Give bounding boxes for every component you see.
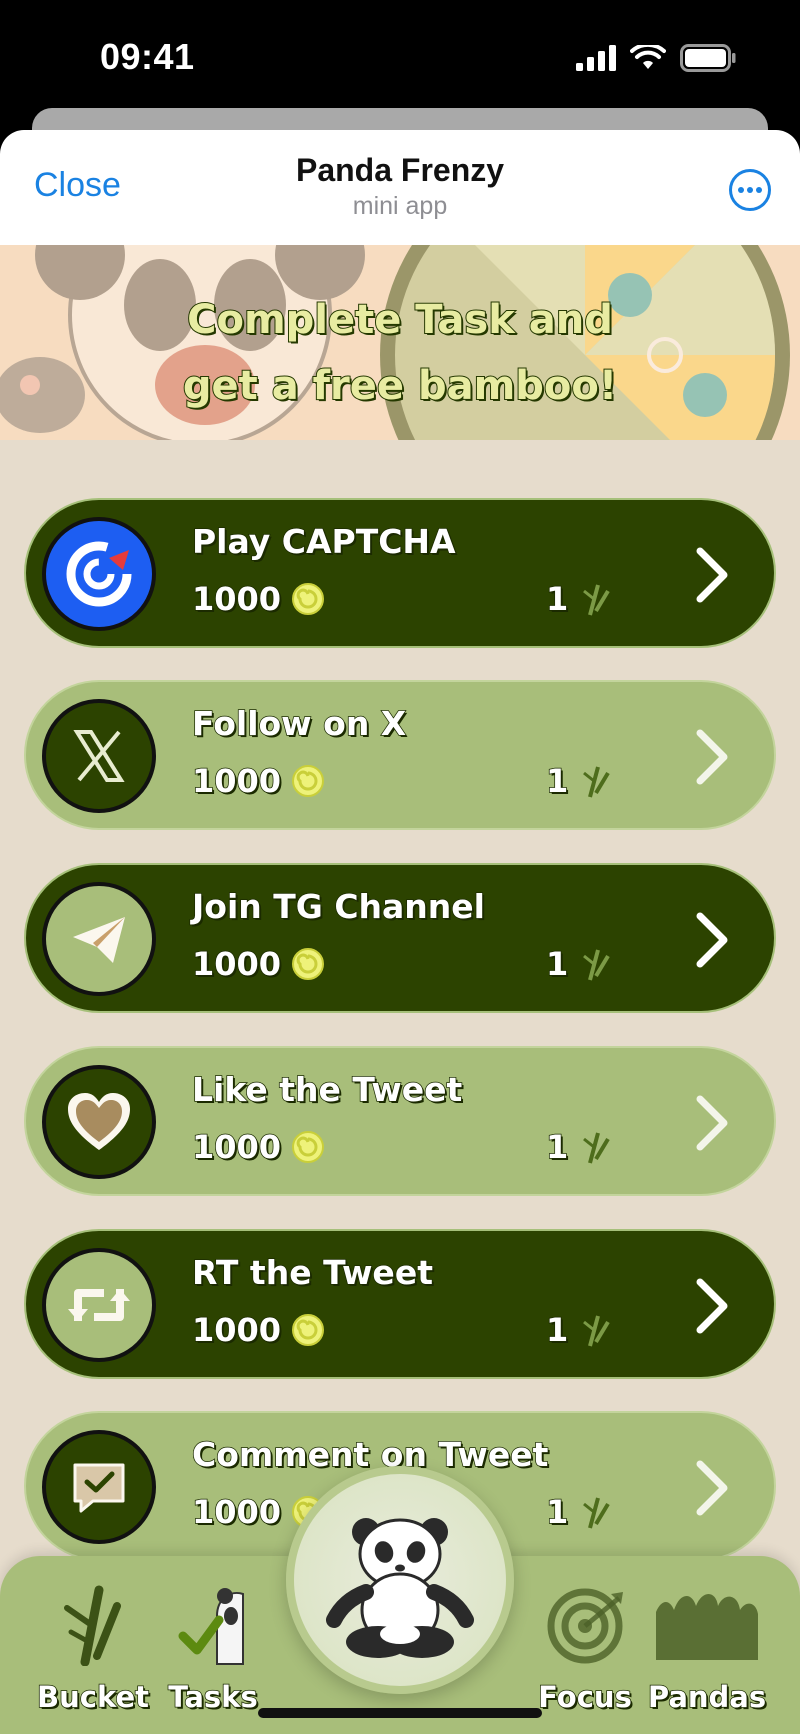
bamboo-amount: 1 <box>545 1310 569 1350</box>
nav-bucket[interactable]: Bucket <box>28 1576 158 1726</box>
chevron-right-icon <box>696 729 728 785</box>
bamboo-icon <box>583 949 610 981</box>
nav-label: Bucket <box>36 1679 149 1715</box>
coin-reward: 1000 <box>191 579 325 619</box>
promo-banner: Complete Task and get a free bamboo! <box>0 245 800 440</box>
coin-icon <box>292 1131 325 1163</box>
coin-icon <box>292 583 325 615</box>
heart-icon <box>42 1065 156 1179</box>
task-card-rt-tweet[interactable]: RT the Tweet 1000 1 <box>24 1229 776 1379</box>
task-card-like-tweet[interactable]: Like the Tweet 1000 1 <box>24 1046 776 1196</box>
bamboo-reward: 1 <box>545 1310 614 1350</box>
more-options-icon[interactable] <box>728 168 772 212</box>
chevron-right-icon <box>696 1095 728 1151</box>
banner-headline: Complete Task and get a free bamboo! <box>0 287 800 419</box>
bamboo-amount: 1 <box>545 1127 569 1167</box>
nav-pandas[interactable]: Pandas <box>642 1576 772 1726</box>
status-bar: 09:41 <box>0 0 800 120</box>
task-name: Follow on X <box>191 703 407 744</box>
wifi-icon <box>630 45 666 69</box>
coin-amount: 1000 <box>191 1492 282 1532</box>
status-icons <box>576 44 736 72</box>
task-name: Like the Tweet <box>191 1069 463 1110</box>
coin-amount: 1000 <box>191 1127 282 1167</box>
bamboo-icon <box>583 1132 610 1164</box>
coin-icon <box>292 948 325 980</box>
chevron-right-icon <box>696 912 728 968</box>
coin-reward: 1000 <box>191 944 325 984</box>
banner-line-2: get a free bamboo! <box>182 362 618 410</box>
center-panda-button[interactable] <box>286 1466 514 1694</box>
coin-icon <box>292 765 325 797</box>
task-name: Comment on Tweet <box>191 1434 549 1475</box>
bamboo-icon <box>583 766 610 798</box>
bamboo-reward: 1 <box>545 761 614 801</box>
x-logo-icon <box>42 699 156 813</box>
signal-icon <box>576 45 616 71</box>
pandas-group-icon <box>656 1594 758 1660</box>
banner-line-1: Complete Task and <box>186 296 614 344</box>
bamboo-icon <box>583 1315 610 1347</box>
coin-amount: 1000 <box>191 1310 282 1350</box>
bamboo-reward: 1 <box>545 944 614 984</box>
app-subtitle: mini app <box>352 192 448 220</box>
tasks-panda-icon <box>178 1588 244 1665</box>
status-time: 09:41 <box>100 36 195 77</box>
bamboo-icon <box>583 1497 610 1529</box>
bamboo-icon <box>583 584 610 616</box>
bamboo-amount: 1 <box>545 1492 569 1532</box>
bamboo-reward: 1 <box>545 1127 614 1167</box>
task-card-play-captcha[interactable]: Play CAPTCHA 1000 1 <box>24 498 776 648</box>
app-title: Panda Frenzy <box>295 152 505 188</box>
bamboo-reward: 1 <box>545 579 614 619</box>
nav-focus[interactable]: Focus <box>520 1576 650 1726</box>
coin-reward: 1000 <box>191 1127 325 1167</box>
nav-tasks[interactable]: Tasks <box>148 1576 278 1726</box>
coin-amount: 1000 <box>191 761 282 801</box>
home-indicator <box>258 1708 542 1718</box>
comment-icon <box>42 1430 156 1544</box>
coin-amount: 1000 <box>191 944 282 984</box>
chevron-right-icon <box>696 1460 728 1516</box>
chevron-right-icon <box>696 547 728 603</box>
bamboo-bucket-icon <box>64 1585 121 1666</box>
bamboo-amount: 1 <box>545 761 569 801</box>
nav-label: Pandas <box>647 1679 767 1715</box>
battery-icon <box>680 44 736 72</box>
task-name: Join TG Channel <box>191 886 486 927</box>
telegram-icon <box>42 882 156 996</box>
task-card-join-tg[interactable]: Join TG Channel 1000 1 <box>24 863 776 1013</box>
coin-reward: 1000 <box>191 761 325 801</box>
task-card-follow-x[interactable]: Follow on X 1000 1 <box>24 680 776 830</box>
meditating-panda-icon <box>326 1518 474 1658</box>
coin-amount: 1000 <box>191 579 282 619</box>
retweet-icon <box>42 1248 156 1362</box>
bamboo-reward: 1 <box>545 1492 614 1532</box>
task-name: Play CAPTCHA <box>191 521 456 562</box>
mini-app-header: Close Panda Frenzy mini app <box>0 130 800 245</box>
coin-reward: 1000 <box>191 1310 325 1350</box>
focus-target-icon <box>547 1588 623 1664</box>
chevron-right-icon <box>696 1278 728 1334</box>
bamboo-amount: 1 <box>545 944 569 984</box>
task-name: RT the Tweet <box>191 1252 433 1293</box>
coin-icon <box>292 1314 325 1346</box>
captcha-icon <box>42 517 156 631</box>
bamboo-amount: 1 <box>545 579 569 619</box>
